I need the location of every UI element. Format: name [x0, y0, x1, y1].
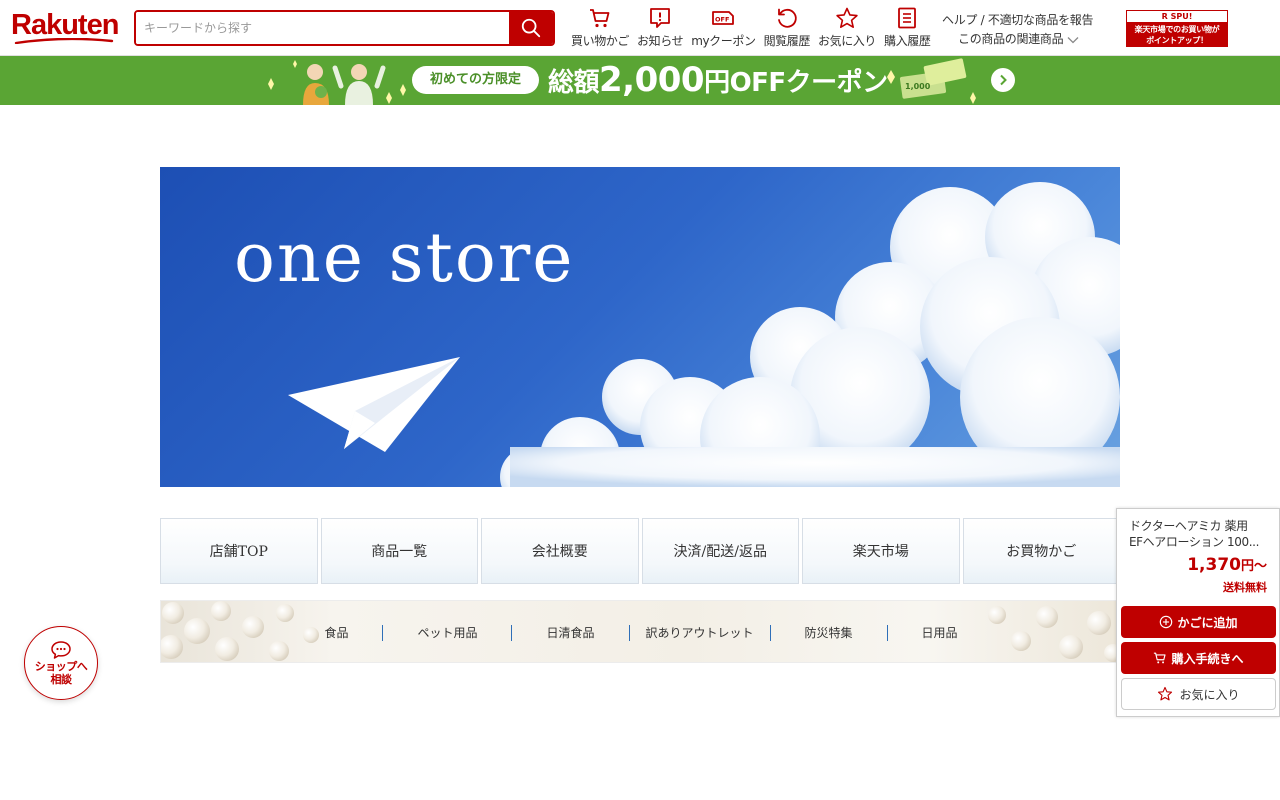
spu-text-line1: 楽天市場でのお買い物が	[1134, 25, 1220, 34]
nav-history-label: 閲覧履歴	[763, 34, 811, 48]
store-tab-cart[interactable]: お買物かご	[962, 518, 1120, 584]
nav-coupon[interactable]: OFF myクーポン	[687, 6, 759, 52]
coupon-text-prefix: 総額	[548, 68, 600, 98]
first-time-coupon-banner[interactable]: 初めての方限定 総額2,000円OFFクーポン 1,000	[0, 56, 1280, 105]
category-nissin[interactable]: 日清食品	[512, 625, 628, 641]
purchase-list-icon	[898, 7, 917, 29]
rakuten-logo[interactable]: Rakuten	[11, 10, 119, 40]
spu-text-line2: ポイントアップ！	[1146, 36, 1208, 45]
chevron-right-icon	[1000, 74, 1007, 86]
chat-icon	[51, 641, 71, 659]
coupon-ticket-value: 1,000	[905, 82, 931, 91]
checkout-button[interactable]: 購入手続きへ	[1121, 642, 1276, 674]
store-tab-rakuten-ichiba[interactable]: 楽天市場	[802, 518, 960, 584]
nav-favorite-label: お気に入り	[818, 34, 877, 48]
help-report-link[interactable]: ヘルプ / 不適切な商品を報告	[942, 11, 1102, 30]
free-shipping-label: 送料無料	[1223, 581, 1267, 594]
category-outlet[interactable]: 訳ありアウトレット	[630, 625, 770, 641]
shop-chat-button[interactable]: ショップへ 相談	[24, 626, 98, 700]
global-header: Rakuten 買い物かご お知らせ	[0, 0, 1280, 56]
add-to-cart-label: かごに追加	[1177, 615, 1238, 630]
store-tab-item-list[interactable]: 商品一覧	[320, 518, 478, 584]
coupon-ticket-icon: 1,000	[887, 58, 976, 104]
checkout-label: 購入手続きへ	[1171, 651, 1244, 666]
cart-price-value: 1,370	[1187, 555, 1241, 575]
coupon-icon: OFF	[712, 11, 735, 25]
cart-product-name-line2: EFヘアローション 100...	[1129, 535, 1260, 549]
related-items-dropdown[interactable]: この商品の関連商品	[942, 30, 1102, 49]
nav-notice[interactable]: お知らせ	[633, 6, 687, 52]
nav-purchase-history-label: 購入履歴	[884, 34, 931, 48]
spu-banner[interactable]: R SPU! 楽天市場でのお買い物が ポイントアップ！	[1126, 10, 1228, 47]
chevron-down-icon	[1067, 36, 1079, 43]
cart-icon	[1154, 652, 1167, 664]
search-box	[134, 10, 555, 46]
related-items-label: この商品の関連商品	[958, 32, 1064, 46]
history-icon	[777, 8, 797, 28]
store-title: one store	[234, 219, 575, 298]
shoppers-illustration-icon	[268, 60, 406, 105]
floating-cart-panel: ドクターヘアミカ 薬用 EFヘアローション 100... 1,370円〜 送料無…	[1116, 508, 1280, 717]
first-time-only-badge: 初めての方限定	[412, 66, 539, 94]
category-daily-goods[interactable]: 日用品	[888, 625, 992, 641]
clouds-illustration-icon	[288, 182, 1120, 487]
add-to-cart-button[interactable]: かごに追加	[1121, 606, 1276, 638]
star-icon	[1158, 686, 1173, 701]
coupon-headline: 総額2,000円OFFクーポン	[548, 59, 888, 104]
store-tab-payment-shipping[interactable]: 決済/配送/返品	[641, 518, 799, 584]
nav-cart-label: 買い物かご	[571, 34, 630, 48]
nav-purchase-history[interactable]: 購入履歴	[880, 6, 934, 52]
search-input[interactable]	[136, 12, 510, 44]
nav-notice-label: お知らせ	[637, 34, 684, 48]
favorite-label: お気に入り	[1179, 687, 1240, 702]
cart-product-name[interactable]: ドクターヘアミカ 薬用 EFヘアローション 100...	[1129, 518, 1275, 550]
header-nav: 買い物かご お知らせ OFF myクーポン 閲覧履歴 お気に入り 購入履歴	[567, 6, 934, 52]
nav-history[interactable]: 閲覧履歴	[760, 6, 814, 52]
nav-coupon-label: myクーポン	[691, 34, 756, 48]
coupon-next-button[interactable]	[991, 68, 1015, 92]
category-bar: 食品 ペット用品 日清食品 訳ありアウトレット 防災特集 日用品	[160, 600, 1120, 663]
shop-chat-label-line2: 相談	[50, 673, 73, 686]
svg-text:OFF: OFF	[715, 16, 729, 24]
favorite-button[interactable]: お気に入り	[1121, 678, 1276, 710]
coupon-text-suffix: 円OFFクーポン	[704, 68, 888, 98]
cart-price-unit: 円〜	[1240, 559, 1267, 574]
category-list: 食品 ペット用品 日清食品 訳ありアウトレット 防災特集 日用品	[161, 601, 1119, 662]
store-tab-top[interactable]: 店舗TOP	[160, 518, 318, 584]
store-tab-company[interactable]: 会社概要	[481, 518, 639, 584]
help-links: ヘルプ / 不適切な商品を報告 この商品の関連商品	[942, 11, 1102, 49]
coupon-amount: 2,000	[599, 60, 705, 100]
store-hero-banner[interactable]: one store	[160, 167, 1120, 487]
logo-swoosh-icon	[14, 38, 114, 44]
shop-chat-label-line1: ショップへ	[34, 660, 88, 673]
coupon-banner-content: 初めての方限定 総額2,000円OFFクーポン 1,000	[263, 56, 1019, 105]
cart-price: 1,370円〜	[1187, 555, 1267, 575]
search-icon	[521, 18, 541, 38]
nav-favorite[interactable]: お気に入り	[814, 6, 880, 52]
search-button[interactable]	[509, 12, 553, 44]
cart-icon	[590, 9, 610, 28]
notice-icon	[650, 8, 670, 28]
nav-cart[interactable]: 買い物かご	[567, 6, 633, 52]
cart-product-name-line1: ドクターヘアミカ 薬用	[1129, 519, 1248, 533]
plus-circle-icon	[1160, 615, 1173, 629]
star-icon	[836, 7, 858, 28]
category-pet[interactable]: ペット用品	[383, 625, 511, 641]
store-nav: 店舗TOP 商品一覧 会社概要 決済/配送/返品 楽天市場 お買物かご	[160, 518, 1120, 584]
category-disaster[interactable]: 防災特集	[771, 625, 887, 641]
category-food[interactable]: 食品	[290, 625, 382, 641]
spu-label: R SPU!	[1127, 11, 1227, 22]
paper-plane-icon	[288, 357, 460, 452]
